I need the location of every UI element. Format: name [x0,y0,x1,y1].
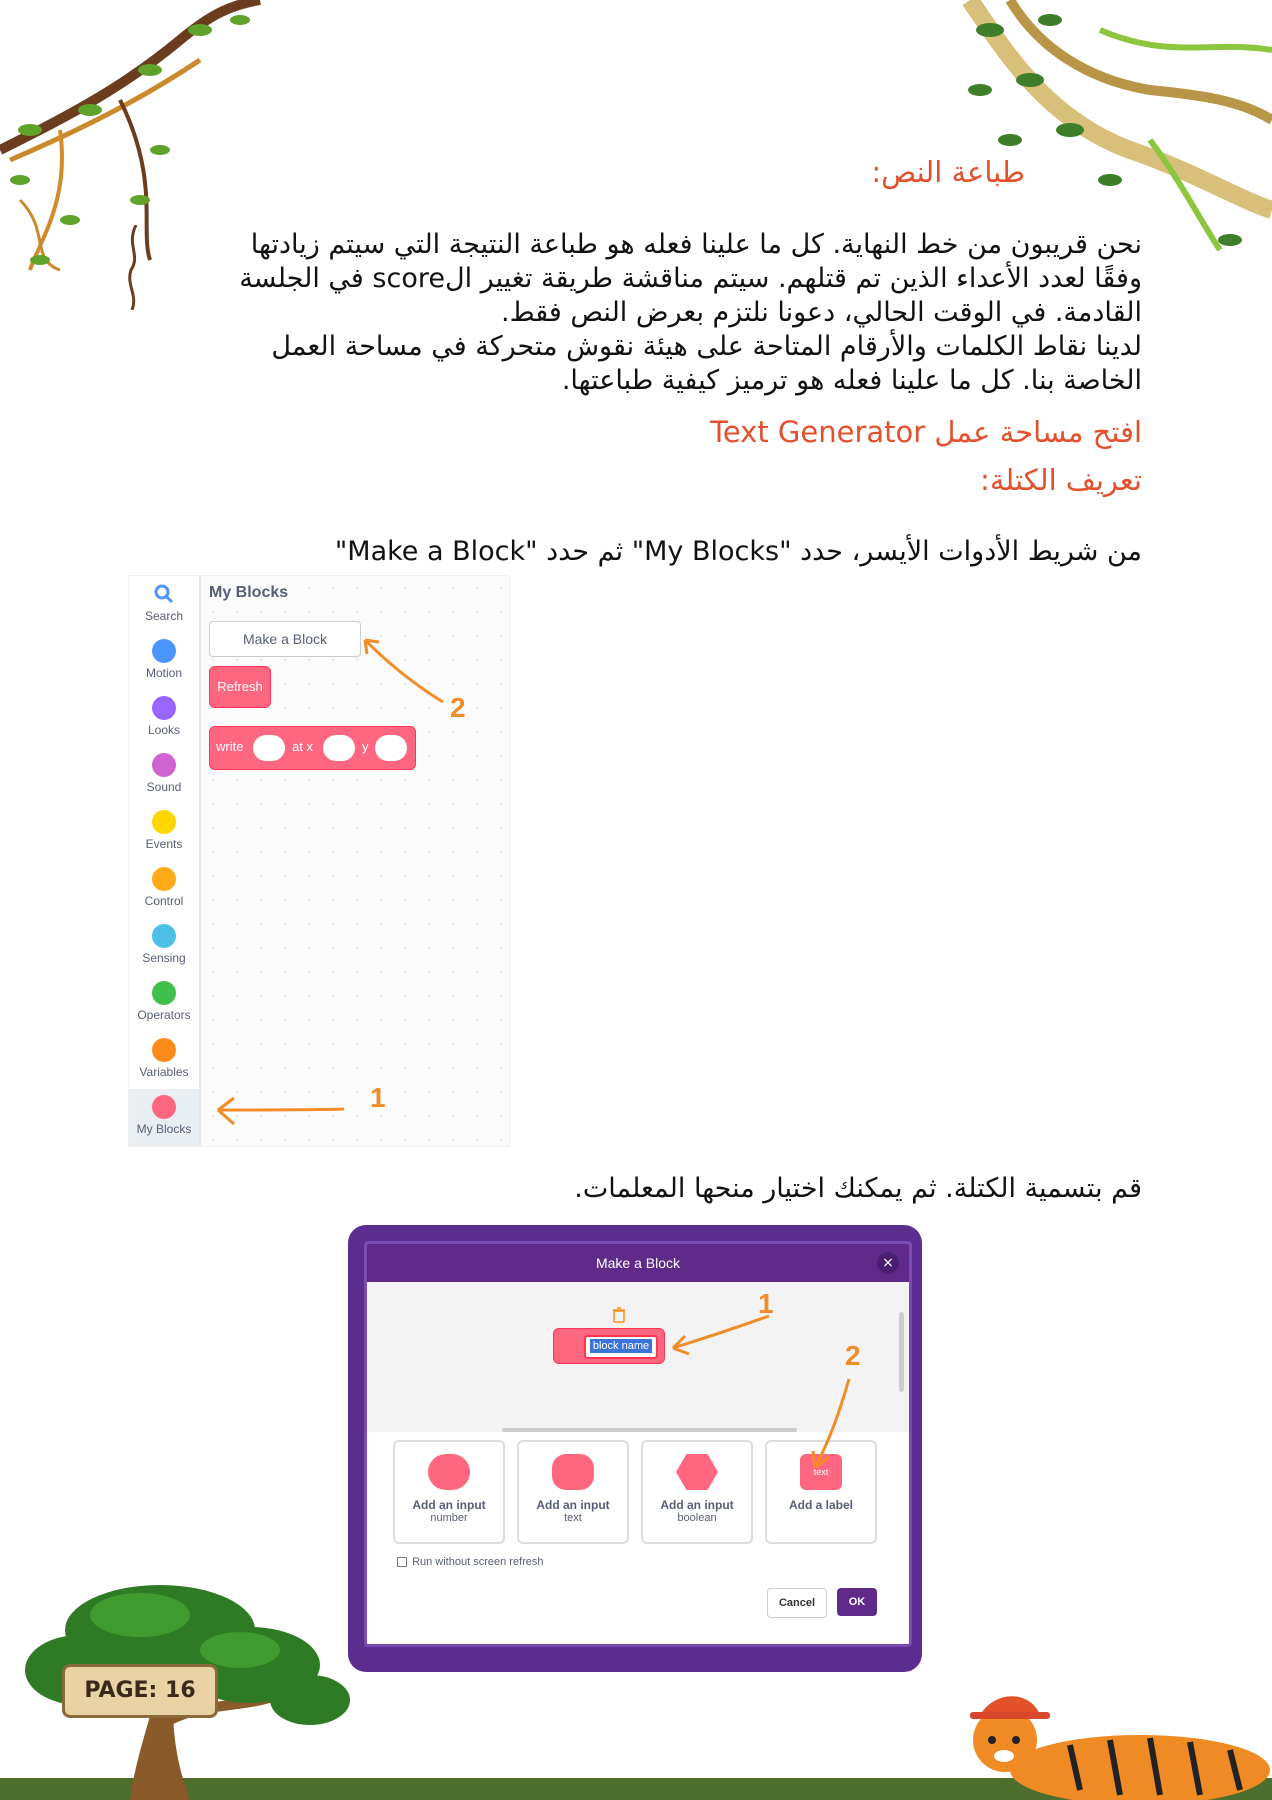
ok-button[interactable]: OK [837,1588,877,1616]
category-dot [152,810,176,834]
refresh-block[interactable]: Refresh [209,666,271,708]
annotation-2-make-block: 2 [450,692,466,723]
category-dot [152,1095,176,1119]
category-label: My Blocks [136,1122,192,1136]
text-input-icon [552,1454,594,1490]
category-events[interactable]: Events [129,804,199,861]
option-title: Add an input [660,1498,734,1512]
category-dot [152,696,176,720]
option-title: Add an input [412,1498,486,1512]
category-label: Control [144,894,184,908]
search-icon [154,584,174,604]
category-my-blocks[interactable]: My Blocks [129,1089,199,1146]
define-block-heading: تعريف الكتلة: [980,463,1142,497]
category-label: Variables [139,1065,189,1079]
instruction-my-blocks: من شريط الأدوات الأيسر، حدد "My Blocks" … [334,536,1142,567]
annotation-2-add-label: 2 [845,1340,861,1371]
add-input-boolean-button[interactable]: Add an input boolean [641,1440,753,1544]
cancel-button[interactable]: Cancel [767,1588,827,1618]
y-label: y [362,739,369,754]
category-motion[interactable]: Motion [129,633,199,690]
page-scroll-label: PAGE: 16 [62,1664,218,1718]
paragraph-line: الخاصة بنا. كل ما علينا فعله هو ترميز كي… [561,365,1142,396]
category-operators[interactable]: Operators [129,975,199,1032]
my-blocks-title: My Blocks [209,584,289,601]
add-input-text-button[interactable]: Add an input text [517,1440,629,1544]
x-input-oval[interactable] [323,735,355,761]
option-subtitle: text [564,1512,582,1524]
close-icon[interactable]: × [877,1252,899,1274]
category-label: Looks [147,723,181,737]
arrow-to-my-blocks [217,1096,345,1126]
write-input-oval[interactable] [253,735,285,761]
at-x-label: at x [292,739,313,754]
option-subtitle: boolean [677,1512,717,1524]
checkbox-icon[interactable] [397,1557,407,1568]
category-search[interactable]: Search [129,576,199,633]
category-sound[interactable]: Sound [129,747,199,804]
vertical-scrollbar[interactable] [899,1312,904,1392]
paragraph-line: القادمة. في الوقت الحالي، دعونا نلتزم بع… [501,297,1142,328]
paragraph-line: وفقًا لعدد الأعداء الذين تم قتلهم. سيتم … [239,263,1142,294]
y-input-oval[interactable] [375,735,407,761]
number-input-icon [428,1454,470,1490]
open-workspace-heading: افتح مساحة عمل Text Generator [710,415,1142,449]
block-name-input[interactable]: block name [590,1339,652,1353]
add-input-number-button[interactable]: Add an input number [393,1440,505,1544]
category-control[interactable]: Control [129,861,199,918]
blocks-area: My Blocks Make a Block Refresh write at … [201,576,507,1146]
arrow-to-add-label [811,1378,851,1469]
category-sensing[interactable]: Sensing [129,918,199,975]
section-heading: طباعة النص: [871,155,1025,189]
trash-icon[interactable] [612,1307,626,1323]
run-without-refresh-option[interactable]: Run without screen refresh [397,1556,544,1568]
annotation-1-block-name: 1 [758,1288,774,1319]
category-dot [152,867,176,891]
category-label: Sound [146,780,182,794]
page-number: PAGE: 16 [84,1678,196,1703]
dialog-title: Make a Block [595,1255,681,1271]
category-label: Operators [137,1008,191,1022]
make-a-block-button[interactable]: Make a Block [209,621,361,657]
option-subtitle: number [430,1512,468,1524]
category-column: Search Motion Looks Sound Events Control… [129,576,201,1146]
option-title: Add a label [788,1498,853,1512]
custom-block-preview: block name [553,1328,665,1364]
horizontal-scrollbar[interactable] [502,1428,797,1432]
write-block[interactable]: write at x y [209,726,416,770]
block-name-field[interactable]: block name [584,1335,658,1359]
dialog-header: Make a Block [367,1244,909,1282]
paragraph-line: لدينا نقاط الكلمات والأرقام المتاحة على … [271,331,1142,362]
category-variables[interactable]: Variables [129,1032,199,1089]
arrow-to-make-block [363,638,444,704]
category-dot [152,753,176,777]
category-label: Sensing [142,951,186,965]
paragraph-line: نحن قريبون من خط النهاية. كل ما علينا فع… [250,229,1142,260]
boolean-input-icon [676,1454,718,1490]
category-dot [152,981,176,1005]
category-dot [152,1038,176,1062]
run-without-refresh-label: Run without screen refresh [412,1556,544,1568]
category-label: Motion [145,666,183,680]
tiger-illustration [970,1696,1270,1800]
option-title: Add an input [536,1498,610,1512]
instruction-name-block: قم بتسمية الكتلة. ثم يمكنك اختيار منحها … [574,1173,1142,1204]
write-label: write [216,739,244,754]
category-dot [152,639,176,663]
category-looks[interactable]: Looks [129,690,199,747]
category-label: Search [144,609,184,623]
category-label: Events [145,837,183,851]
category-dot [152,924,176,948]
refresh-block-label: Refresh [217,679,263,694]
intro-paragraph: نحن قريبون من خط النهاية. كل ما علينا فع… [130,228,1142,398]
annotation-1-my-blocks: 1 [370,1082,386,1113]
